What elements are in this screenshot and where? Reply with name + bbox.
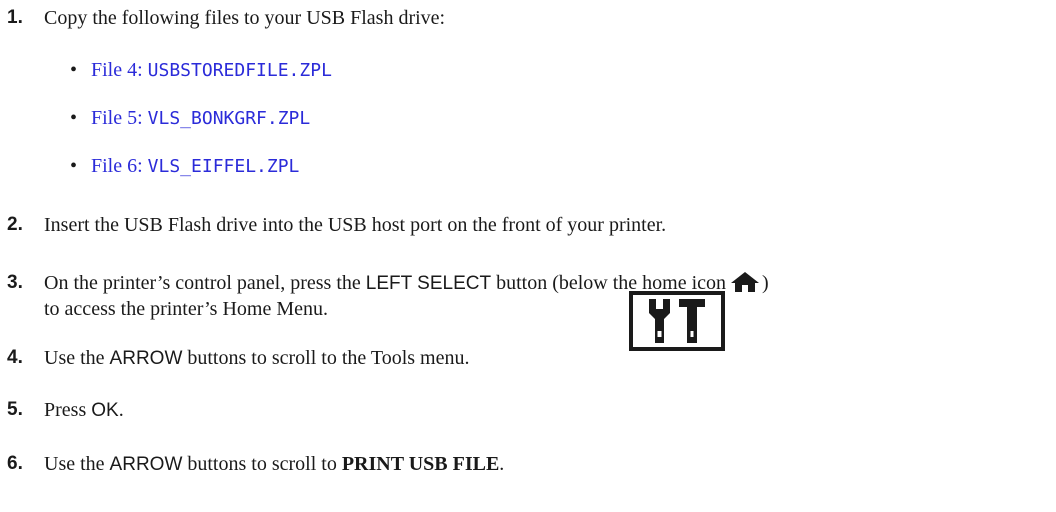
step-text: Use the ARROW buttons to scroll to the T… (44, 345, 469, 372)
file-label[interactable]: File 5: (91, 107, 148, 129)
menu-item-name: PRINT USB FILE (341, 453, 500, 475)
button-name: ARROW (109, 454, 183, 475)
step-text-part: On the printer’s control panel, press th… (44, 272, 366, 294)
step-text-part: . (499, 453, 505, 475)
step-text-part: Use the (44, 453, 110, 475)
step-text: Insert the USB Flash drive into the USB … (44, 214, 667, 236)
file-label[interactable]: File 6: (91, 155, 148, 177)
tools-icon (629, 291, 725, 351)
bullet: • (70, 155, 78, 177)
button-name: OK (91, 400, 119, 421)
step-text-part: Press (44, 399, 92, 421)
step-number: 3. (7, 272, 23, 293)
file-label[interactable]: File 4: (91, 59, 148, 81)
step-number: 2. (7, 214, 23, 235)
home-icon (731, 272, 760, 292)
file-name[interactable]: VLS_BONKGRF.ZPL (148, 108, 311, 129)
step-text-part: Use the (44, 347, 110, 369)
step-text-part: . (118, 399, 124, 421)
step-number: 5. (7, 399, 23, 420)
step-number: 1. (7, 7, 23, 28)
step-text-part: ) (762, 272, 769, 294)
step-text: to access the printer’s Home Menu. (44, 298, 328, 320)
step-text: Use the ARROW buttons to scroll to PRINT… (44, 451, 504, 478)
step-text-part: buttons to scroll to the Tools menu. (182, 347, 470, 369)
button-name: LEFT SELECT (365, 273, 492, 294)
step-text: Copy the following files to your USB Fla… (44, 7, 446, 29)
step-number: 6. (7, 453, 23, 474)
bullet: • (70, 59, 78, 81)
file-name[interactable]: USBSTOREDFILE.ZPL (148, 60, 332, 81)
step-text: Press OK. (44, 397, 124, 424)
bullet: • (70, 107, 78, 129)
step-number: 4. (7, 347, 23, 368)
step-text-part: buttons to scroll to (182, 453, 342, 475)
button-name: ARROW (109, 348, 183, 369)
file-name[interactable]: VLS_EIFFEL.ZPL (148, 156, 300, 177)
